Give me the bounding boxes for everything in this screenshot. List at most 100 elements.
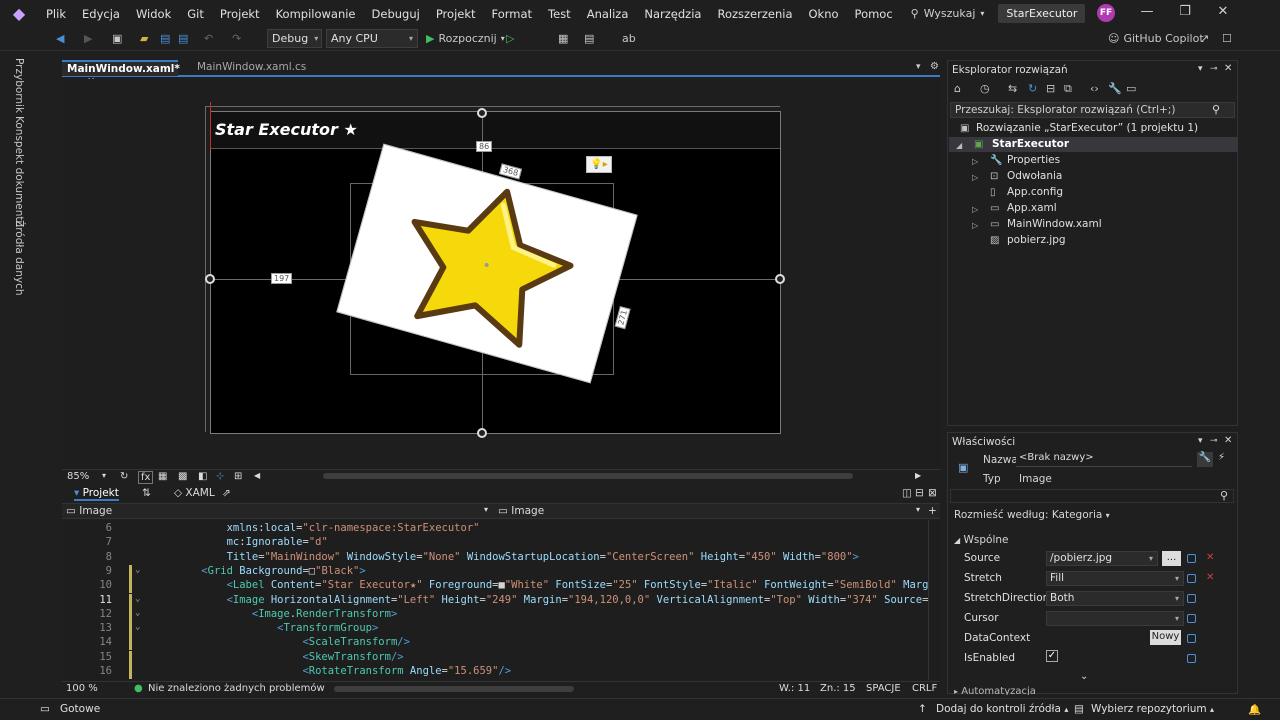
zoom-level-select[interactable]: 85% [67,471,89,482]
menu-test[interactable]: Test [540,7,579,21]
sync-icon[interactable]: ⇆ [1008,82,1017,95]
layout-icon[interactable]: ▤ [584,29,594,48]
prop-isenabled-marker-icon[interactable] [1187,654,1196,663]
start-without-debug-icon[interactable]: ▷ [506,29,514,48]
line-number[interactable]: W.: 11 [779,683,810,694]
designer-horizontal-scrollbar[interactable] [323,473,853,479]
code-vertical-scrollbar[interactable] [928,520,940,680]
fold-toggle-icon[interactable]: ⌄ [135,608,140,618]
expand-arrow-icon[interactable]: ▷ [972,205,978,214]
code-line[interactable]: 8 Title="MainWindow" WindowStyle="None" … [62,551,928,565]
prop-source-select[interactable]: /pobierz.jpg ▾ [1046,551,1158,566]
section-common[interactable]: ◢ Wspólne [954,534,1008,546]
tree-mainwindow-xaml[interactable]: MainWindow.xaml [1007,218,1102,230]
tab-list-icon[interactable]: ▾ [916,62,921,72]
name-input[interactable]: <Brak nazwy> [1016,452,1192,467]
prop-stretchdirection-marker-icon[interactable] [1187,594,1196,603]
editor-zoom[interactable]: 100 % [66,683,98,694]
whitespace-mode[interactable]: SPACJE [866,683,901,694]
prop-stretchdirection-select[interactable]: Both ▾ [1046,591,1184,606]
open-folder-icon[interactable]: ▰ [140,29,148,48]
home-icon[interactable]: ⌂ [954,82,961,95]
menu-design[interactable]: Projekt [428,7,484,21]
tab-xaml[interactable]: ◇ XAML [174,487,215,499]
code-line[interactable]: 6 xmlns:local="clr-namespace:StarExecuto… [62,522,928,536]
configuration-select[interactable]: Debug ▾ [267,29,322,48]
tab-mainwindow-xaml-cs[interactable]: MainWindow.xaml.cs [192,60,311,76]
top-anchor-handle[interactable] [477,108,487,118]
code-line[interactable]: 16 <RotateTransform Angle="15.659"/> [62,665,928,679]
menu-file[interactable]: Plik [38,7,74,21]
expand-arrow-icon[interactable]: ◢ [956,141,962,150]
new-item-icon[interactable]: ▣ [112,29,122,48]
chevron-down-icon[interactable]: ▾ [1198,64,1203,74]
menu-format[interactable]: Format [484,7,541,21]
code-line[interactable]: 12 ⌄ <Image.RenderTransform> [62,607,928,622]
pin-icon[interactable]: ⊸ [1210,64,1218,74]
select-repository[interactable]: Wybierz repozytorium ▴ [1091,703,1214,715]
settings-icon[interactable]: ⚙ [930,61,939,72]
code-line[interactable]: 14 <ScaleTransform/> [62,636,928,651]
isenabled-checkbox[interactable]: ✓ [1046,650,1058,662]
search-menu[interactable]: ⚲ Wyszukaj ▾ [911,7,985,20]
code-line[interactable]: 10 <Label Content="Star Executor★" Foreg… [62,579,928,594]
platform-select[interactable]: Any CPU ▾ [326,29,418,48]
notifications-icon[interactable]: 🔔 [1248,703,1261,716]
column-number[interactable]: Zn.: 15 [820,683,856,694]
properties-search-input[interactable] [950,489,1234,503]
toolbox-tab[interactable]: Przybornik [13,58,25,113]
prop-stretch-select[interactable]: Fill ▾ [1046,571,1184,586]
code-line[interactable]: 15 <SkewTransform/> [62,650,928,665]
close-icon[interactable]: ✕ [1224,63,1232,74]
expand-arrow-icon[interactable]: ▷ [972,157,978,166]
add-to-source-control[interactable]: Dodaj do kontroli źródła ▴ [936,703,1068,715]
start-button[interactable]: ▶ Rozpocznij ▾ [426,29,505,48]
github-copilot-button[interactable]: ☺ GitHub Copilot [1108,29,1204,48]
code-line[interactable]: 7 mc:Ignorable="d" [62,536,928,550]
code-view-icon[interactable]: ‹› [1090,82,1099,95]
scroll-right-icon[interactable]: ▶ [915,471,921,480]
snap-grid-icon[interactable]: ▩ [178,471,187,482]
menu-window[interactable]: Okno [801,7,847,21]
add-split-icon[interactable]: + [928,505,937,517]
grid-icon[interactable]: ▦ [158,471,167,482]
prop-source-marker-icon[interactable] [1187,554,1196,563]
refresh-icon[interactable]: ↻ [1028,82,1037,95]
search-icon[interactable]: ⚲ [1220,489,1228,502]
close-icon[interactable]: ✕ [1213,4,1233,22]
browse-icon[interactable]: ▦ [558,29,568,48]
minimize-icon[interactable]: — [1137,4,1157,22]
menu-debug[interactable]: Debuguj [364,7,428,21]
chevron-down-icon[interactable]: ▾ [102,471,106,480]
pin-icon[interactable]: ⊸ [1210,436,1218,446]
code-line[interactable]: 11 ⌄ <Image HorizontalAlignment="Left" He… [62,593,928,608]
search-icon[interactable]: ⚲ [1212,103,1220,116]
code-horizontal-scrollbar[interactable] [334,686,574,692]
menu-project[interactable]: Projekt [212,7,268,21]
switch-views-icon[interactable]: ◷ [980,82,990,95]
snap-lines-icon[interactable]: ⊹ [216,471,224,482]
save-icon[interactable]: ▤ [160,29,170,48]
close-icon[interactable]: ✕ [1224,435,1232,446]
swap-panes-icon[interactable]: ⇅ [142,487,151,499]
fold-toggle-icon[interactable]: ⌄ [135,565,140,575]
document-outline-tab[interactable]: Konspekt dokumentu [13,116,25,227]
tree-project[interactable]: StarExecutor [992,138,1069,150]
undo-icon[interactable]: ↶ [204,29,213,48]
xaml-code-editor[interactable]: 6 xmlns:local="clr-namespace:StarExecuto… [62,520,928,680]
line-endings[interactable]: CRLF [912,683,937,694]
tree-references[interactable]: Odwołania [1007,170,1062,182]
tree-solution[interactable]: Rozwiązanie „StarExecutor” (1 projektu 1… [976,122,1198,134]
vertical-split-icon[interactable]: ◫ [902,487,912,499]
bottom-anchor-handle[interactable] [477,428,487,438]
code-line[interactable]: 13 ⌄ <TransformGroup> [62,622,928,637]
events-icon[interactable]: ⚡ [1218,452,1225,463]
effects-icon[interactable]: fx [138,471,154,484]
collapse-all-icon[interactable]: ⊟ [1046,82,1055,95]
solution-search-input[interactable]: Przeszukaj: Eksplorator rozwiązań (Ctrl+… [950,102,1235,118]
left-anchor-handle[interactable] [205,274,215,284]
scroll-left-icon[interactable]: ◀ [254,471,260,480]
tree-app-config[interactable]: App.config [1007,186,1063,198]
fold-toggle-icon[interactable]: ⌄ [135,622,140,632]
prop-stretch-marker-icon[interactable] [1187,574,1196,583]
